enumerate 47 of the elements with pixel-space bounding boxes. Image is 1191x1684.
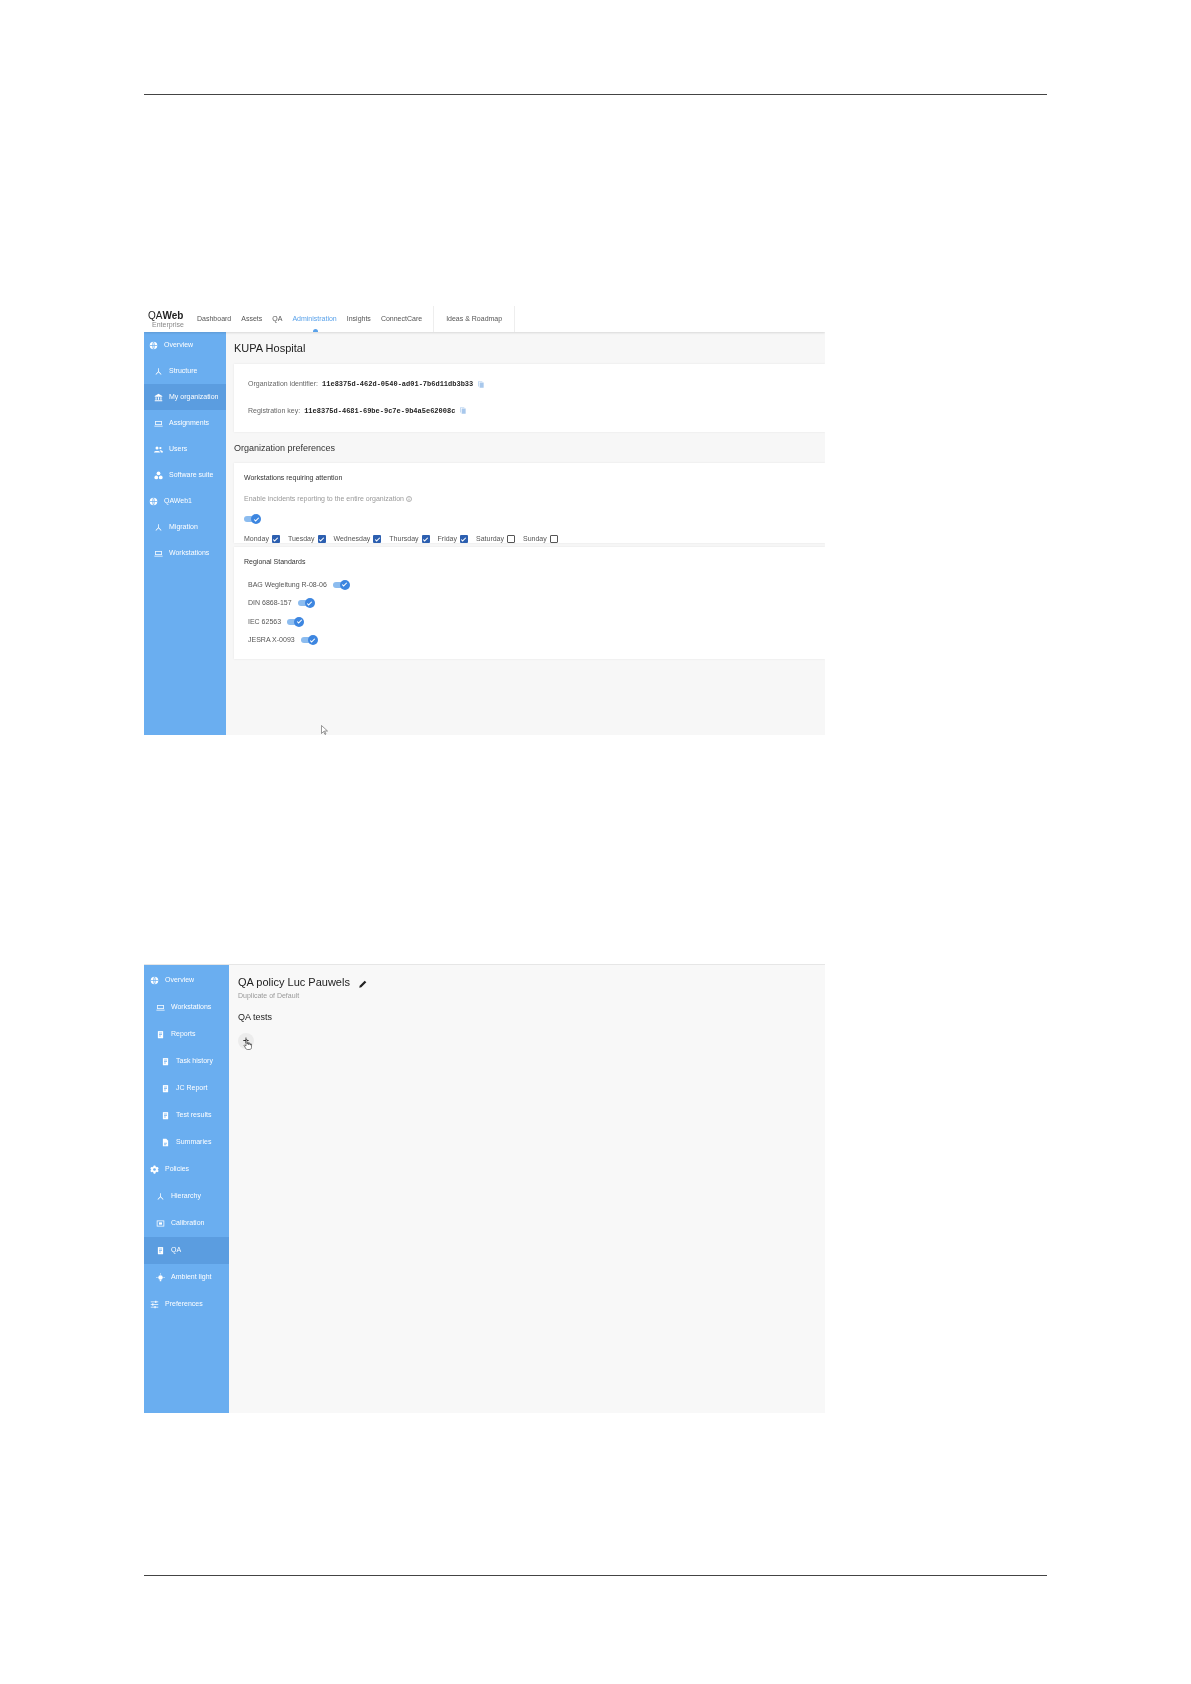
toggle-switch[interactable] <box>297 598 315 609</box>
clipboard-icon <box>161 1111 170 1120</box>
page-title: QA policy Luc Pauwels <box>238 975 350 990</box>
check-icon <box>306 599 314 607</box>
toggle-switch[interactable] <box>244 514 261 524</box>
logo: QAWeb <box>148 310 185 321</box>
file-icon <box>161 1138 170 1147</box>
section-heading: Organization preferences <box>234 441 337 455</box>
info-icon <box>405 495 412 502</box>
hierarchy-icon <box>156 1192 165 1201</box>
globe-icon <box>149 340 158 350</box>
clipboard-icon <box>161 1084 170 1093</box>
checkbox[interactable] <box>317 535 326 544</box>
sliders-icon <box>150 1300 159 1309</box>
checkbox[interactable] <box>271 535 280 544</box>
checkbox[interactable] <box>549 535 558 544</box>
laptop-icon <box>154 548 163 558</box>
checkbox[interactable] <box>421 535 430 544</box>
edit-icon[interactable] <box>357 979 368 990</box>
section-heading: QA tests <box>238 1011 273 1024</box>
globe-icon <box>150 976 159 985</box>
laptop-icon <box>154 418 163 428</box>
checkbox[interactable] <box>460 535 468 544</box>
check-icon <box>252 515 260 523</box>
page-title: KUPA Hospital <box>234 341 307 356</box>
toggle-switch[interactable] <box>332 579 350 590</box>
cluster-icon <box>154 470 163 480</box>
clipboard-icon <box>156 1246 165 1255</box>
hand-cursor-icon <box>243 1038 252 1050</box>
settings-icon <box>150 1165 159 1174</box>
checkbox[interactable] <box>507 535 515 544</box>
users-icon <box>154 444 163 454</box>
check-icon <box>309 636 317 644</box>
globe-icon <box>149 496 158 506</box>
hierarchy-icon <box>154 366 163 376</box>
clipboard-icon <box>161 1057 170 1066</box>
display-icon <box>156 1219 165 1228</box>
check-icon <box>295 618 303 626</box>
toggle-switch[interactable] <box>300 635 318 646</box>
checkbox[interactable] <box>373 535 382 544</box>
bulb-icon <box>156 1273 165 1282</box>
toggle-switch[interactable] <box>287 616 305 627</box>
check-icon <box>341 581 349 589</box>
bank-icon <box>154 392 163 402</box>
clipboard-icon <box>156 1030 165 1039</box>
laptop-icon <box>156 1003 165 1012</box>
hierarchy-icon <box>154 522 163 532</box>
